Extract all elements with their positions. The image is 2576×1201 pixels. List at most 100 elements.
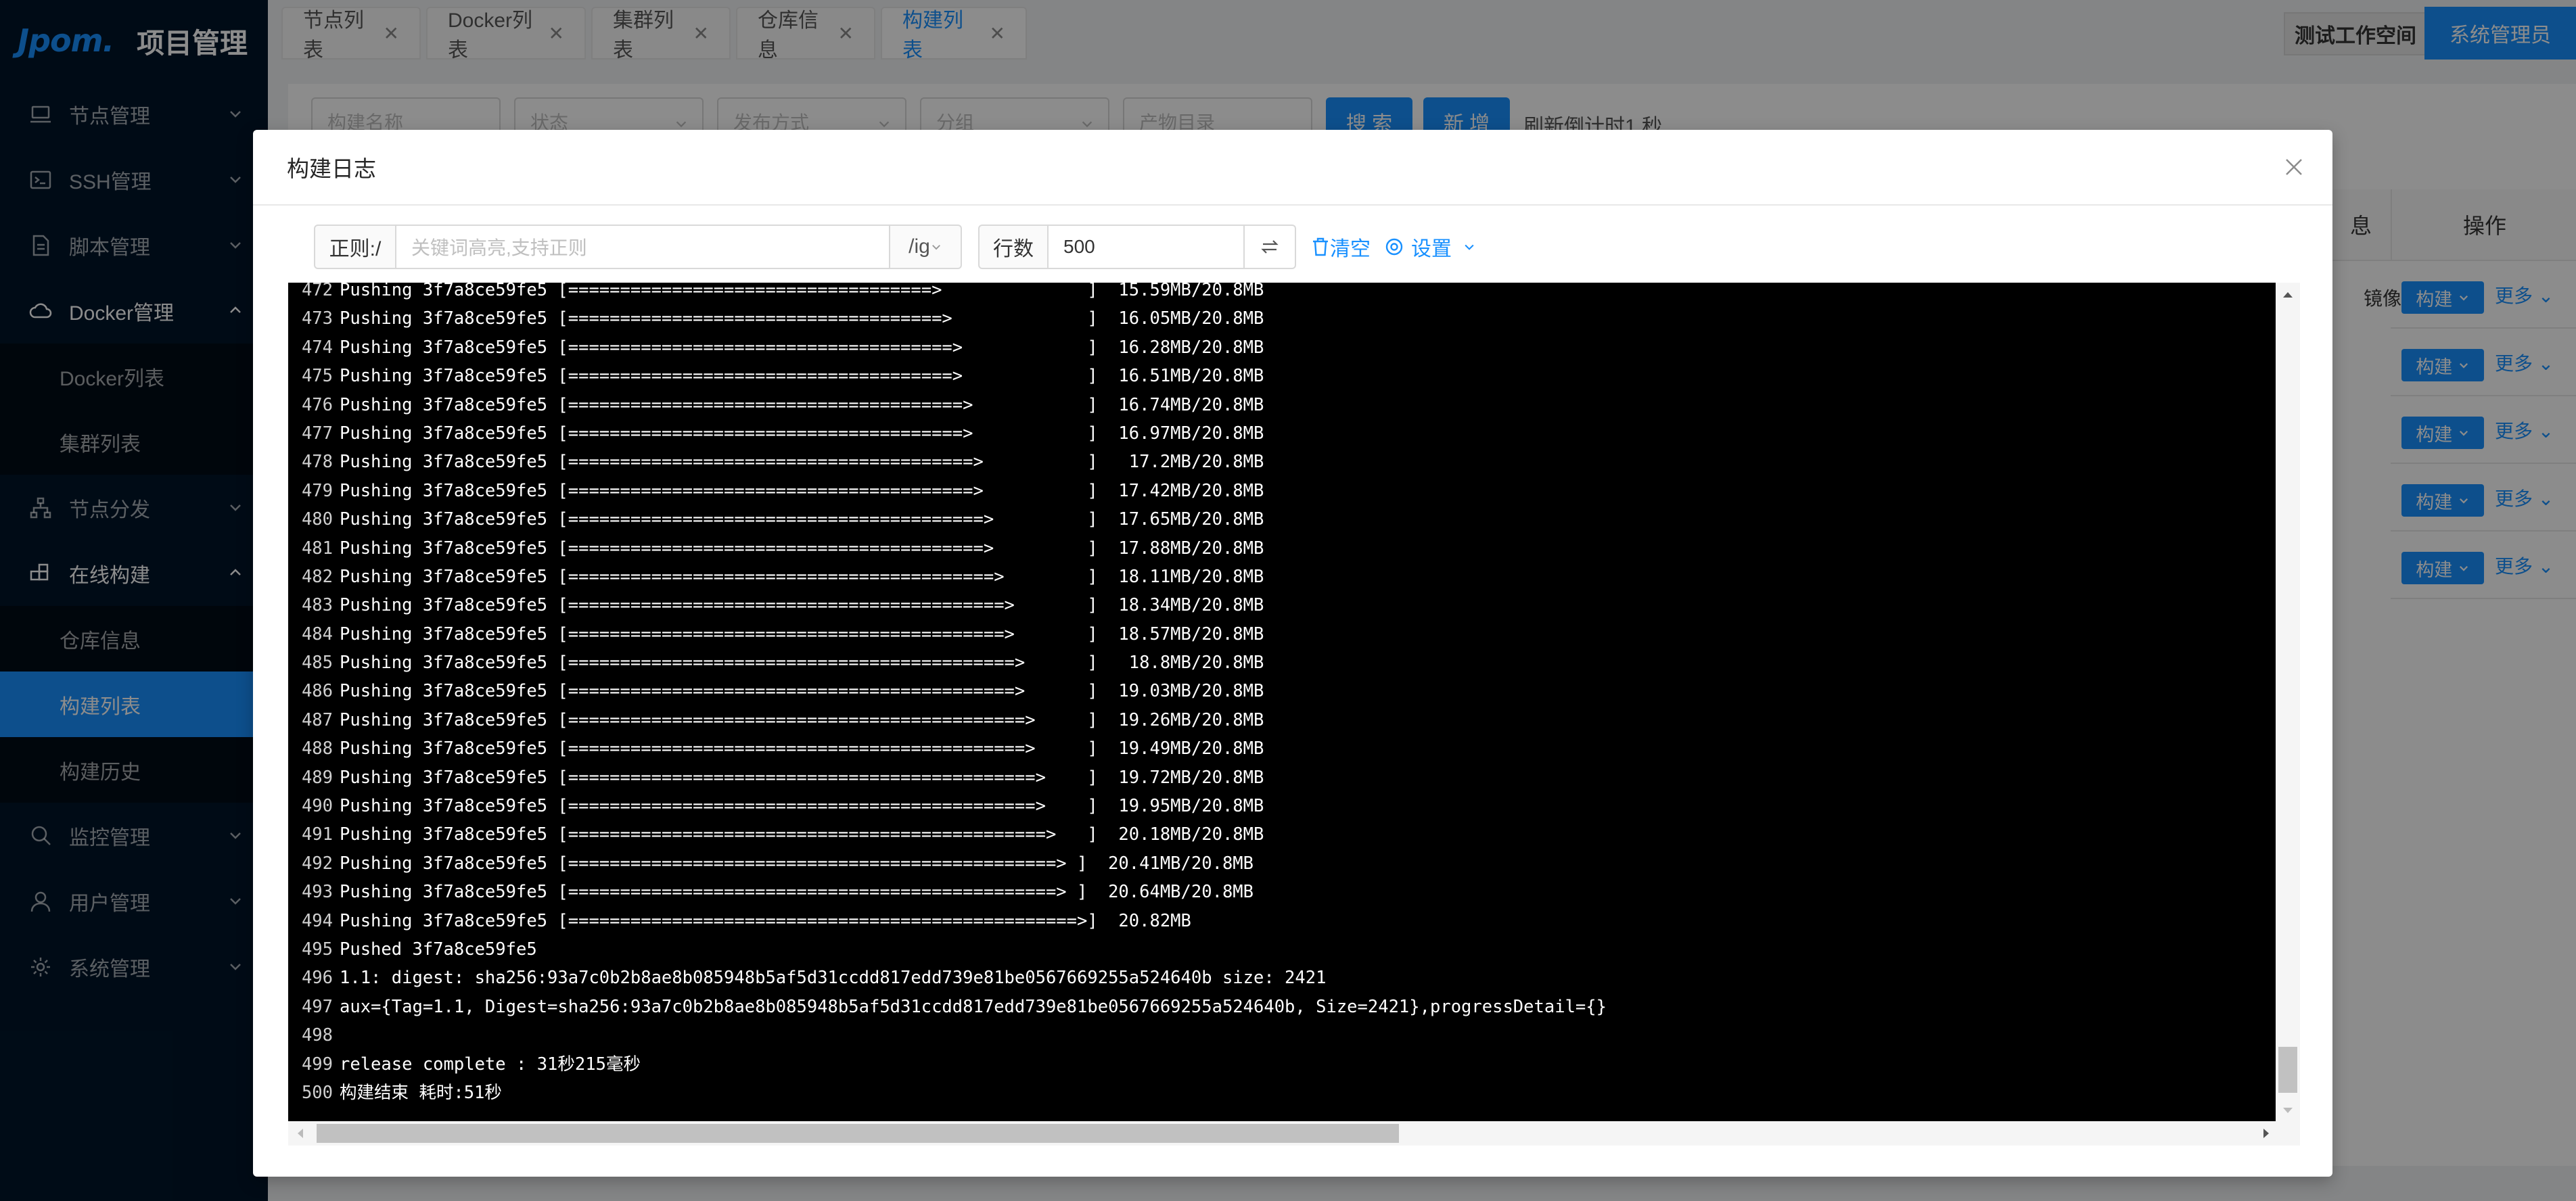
log-line-number: 487 <box>301 709 333 730</box>
log-line-number: 474 <box>301 337 333 358</box>
log-line-text: Pushing 3f7a8ce59fe5 [==================… <box>340 452 1264 473</box>
log-line-number: 486 <box>301 681 333 702</box>
swap-button[interactable] <box>1245 225 1296 269</box>
log-line-text: Pushed 3f7a8ce59fe5 <box>340 939 537 960</box>
log-line-text: 构建结束 耗时:51秒 <box>340 1082 502 1103</box>
log-line: 482 Pushing 3f7a8ce59fe5 [===============… <box>288 563 2280 591</box>
delete-icon <box>1313 237 1328 256</box>
log-line: 485 Pushing 3f7a8ce59fe5 [===============… <box>288 649 2280 677</box>
close-icon[interactable] <box>2282 156 2305 179</box>
log-line-number: 484 <box>301 623 333 644</box>
log-line-number: 472 <box>301 283 333 300</box>
log-line-text: Pushing 3f7a8ce59fe5 [==================… <box>340 337 1264 358</box>
log-line-text: Pushing 3f7a8ce59fe5 [==================… <box>340 394 1264 415</box>
modal-header: 构建日志 <box>253 130 2332 206</box>
log-line: 494 Pushing 3f7a8ce59fe5 [===============… <box>288 907 2280 935</box>
log-line-number: 498 <box>301 1025 333 1046</box>
log-line: 481 Pushing 3f7a8ce59fe5 [===============… <box>288 534 2280 563</box>
log-line-text: Pushing 3f7a8ce59fe5 [==================… <box>340 566 1264 587</box>
log-line-number: 476 <box>301 394 333 415</box>
log-line-number: 490 <box>301 796 333 817</box>
log-line: 473 Pushing 3f7a8ce59fe5 [===============… <box>288 304 2280 333</box>
scroll-up-arrow-icon[interactable] <box>2281 289 2295 299</box>
log-line: 480 Pushing 3f7a8ce59fe5 [===============… <box>288 505 2280 534</box>
log-line-text: Pushing 3f7a8ce59fe5 [==================… <box>340 882 1254 903</box>
rows-input[interactable]: 500 <box>1049 225 1245 269</box>
regex-prefix-label: 正则:/ <box>314 225 396 269</box>
build-log-modal: 构建日志 正则:/ 关键词高亮,支持正则 /ig 行数 500 清空 设置 47… <box>253 130 2332 1177</box>
vertical-scroll-thumb[interactable] <box>2278 1047 2297 1093</box>
scroll-down-arrow-icon[interactable] <box>2281 1106 2295 1116</box>
setting-icon <box>1385 238 1403 256</box>
log-line: 484 Pushing 3f7a8ce59fe5 [===============… <box>288 620 2280 649</box>
log-line: 478 Pushing 3f7a8ce59fe5 [===============… <box>288 448 2280 476</box>
chevron-down-icon <box>1465 244 1474 250</box>
log-line-number: 480 <box>301 509 333 530</box>
regex-search-input[interactable]: 关键词高亮,支持正则 <box>396 225 890 269</box>
log-line-text: Pushing 3f7a8ce59fe5 [==================… <box>340 653 1264 674</box>
log-line: 497 aux={Tag=1.1, Digest=sha256:93a7c0b2b… <box>288 993 2280 1021</box>
log-line: 500 构建结束 耗时:51秒 <box>288 1079 2280 1107</box>
log-line-number: 491 <box>301 824 333 845</box>
log-line-text: aux={Tag=1.1, Digest=sha256:93a7c0b2b8ae… <box>340 996 1607 1017</box>
modal-title: 构建日志 <box>287 156 376 181</box>
log-line-text: Pushing 3f7a8ce59fe5 [==================… <box>340 824 1264 845</box>
clear-button[interactable]: 清空 <box>1311 232 1371 262</box>
swap-icon <box>1261 240 1279 254</box>
log-line-text: Pushing 3f7a8ce59fe5 [==================… <box>340 767 1264 788</box>
log-line: 489 Pushing 3f7a8ce59fe5 [===============… <box>288 763 2280 792</box>
log-line-number: 499 <box>301 1054 333 1075</box>
scroll-right-arrow-icon[interactable] <box>2262 1127 2272 1140</box>
log-line-text: Pushing 3f7a8ce59fe5 [==================… <box>340 480 1264 501</box>
log-line-number: 495 <box>301 939 333 960</box>
log-line: 496 1.1: digest: sha256:93a7c0b2b8ae8b085… <box>288 964 2280 992</box>
rows-label: 行数 <box>978 225 1049 269</box>
regex-flags-value: /ig <box>908 235 930 258</box>
log-terminal[interactable]: 472 Pushing 3f7a8ce59fe5 [===============… <box>288 283 2300 1146</box>
log-line: 491 Pushing 3f7a8ce59fe5 [===============… <box>288 820 2280 849</box>
log-line-number: 473 <box>301 308 333 329</box>
log-line-text: Pushing 3f7a8ce59fe5 [==================… <box>340 509 1264 530</box>
log-content: 472 Pushing 3f7a8ce59fe5 [===============… <box>288 283 2280 1107</box>
log-line-text: Pushing 3f7a8ce59fe5 [==================… <box>340 366 1264 387</box>
horizontal-scrollbar[interactable] <box>288 1121 2300 1146</box>
chevron-down-icon <box>932 245 940 250</box>
regex-flags-select[interactable]: /ig <box>890 225 962 269</box>
log-line: 477 Pushing 3f7a8ce59fe5 [===============… <box>288 419 2280 448</box>
log-line-text: Pushing 3f7a8ce59fe5 [==================… <box>340 423 1264 444</box>
log-line-number: 485 <box>301 653 333 674</box>
settings-label: 设置 <box>1411 238 1452 260</box>
log-line-number: 477 <box>301 423 333 444</box>
log-line-text: Pushing 3f7a8ce59fe5 [==================… <box>340 308 1264 329</box>
log-line: 472 Pushing 3f7a8ce59fe5 [===============… <box>288 283 2280 304</box>
log-line: 487 Pushing 3f7a8ce59fe5 [===============… <box>288 706 2280 734</box>
log-line: 476 Pushing 3f7a8ce59fe5 [===============… <box>288 391 2280 419</box>
log-line: 498 <box>288 1021 2280 1050</box>
log-line-number: 497 <box>301 996 333 1017</box>
log-line-text: Pushing 3f7a8ce59fe5 [==================… <box>340 538 1264 559</box>
log-line-number: 479 <box>301 480 333 501</box>
log-line-text: Pushing 3f7a8ce59fe5 [==================… <box>340 283 1264 300</box>
scroll-left-arrow-icon[interactable] <box>295 1127 304 1140</box>
log-line-number: 492 <box>301 853 333 874</box>
log-line: 486 Pushing 3f7a8ce59fe5 [===============… <box>288 677 2280 705</box>
log-line-text: 1.1: digest: sha256:93a7c0b2b8ae8b085948… <box>340 968 1327 989</box>
log-line-text: Pushing 3f7a8ce59fe5 [==================… <box>340 595 1264 616</box>
log-line-number: 475 <box>301 366 333 387</box>
log-line: 495 Pushed 3f7a8ce59fe5 <box>288 935 2280 964</box>
log-line-text: Pushing 3f7a8ce59fe5 [==================… <box>340 910 1191 931</box>
log-line-text: Pushing 3f7a8ce59fe5 [==================… <box>340 709 1264 730</box>
log-line-number: 481 <box>301 538 333 559</box>
log-line-number: 494 <box>301 910 333 931</box>
log-line: 493 Pushing 3f7a8ce59fe5 [===============… <box>288 878 2280 906</box>
vertical-scrollbar[interactable] <box>2276 283 2300 1121</box>
log-line-number: 489 <box>301 767 333 788</box>
log-line: 483 Pushing 3f7a8ce59fe5 [===============… <box>288 591 2280 619</box>
horizontal-scroll-thumb[interactable] <box>317 1124 1399 1143</box>
log-line-text: Pushing 3f7a8ce59fe5 [==================… <box>340 796 1264 817</box>
log-line: 475 Pushing 3f7a8ce59fe5 [===============… <box>288 362 2280 390</box>
log-line: 499 release complete : 31秒215毫秒 <box>288 1050 2280 1079</box>
log-line: 474 Pushing 3f7a8ce59fe5 [===============… <box>288 333 2280 362</box>
settings-dropdown[interactable]: 设置 <box>1384 232 1476 262</box>
log-line-number: 478 <box>301 452 333 473</box>
